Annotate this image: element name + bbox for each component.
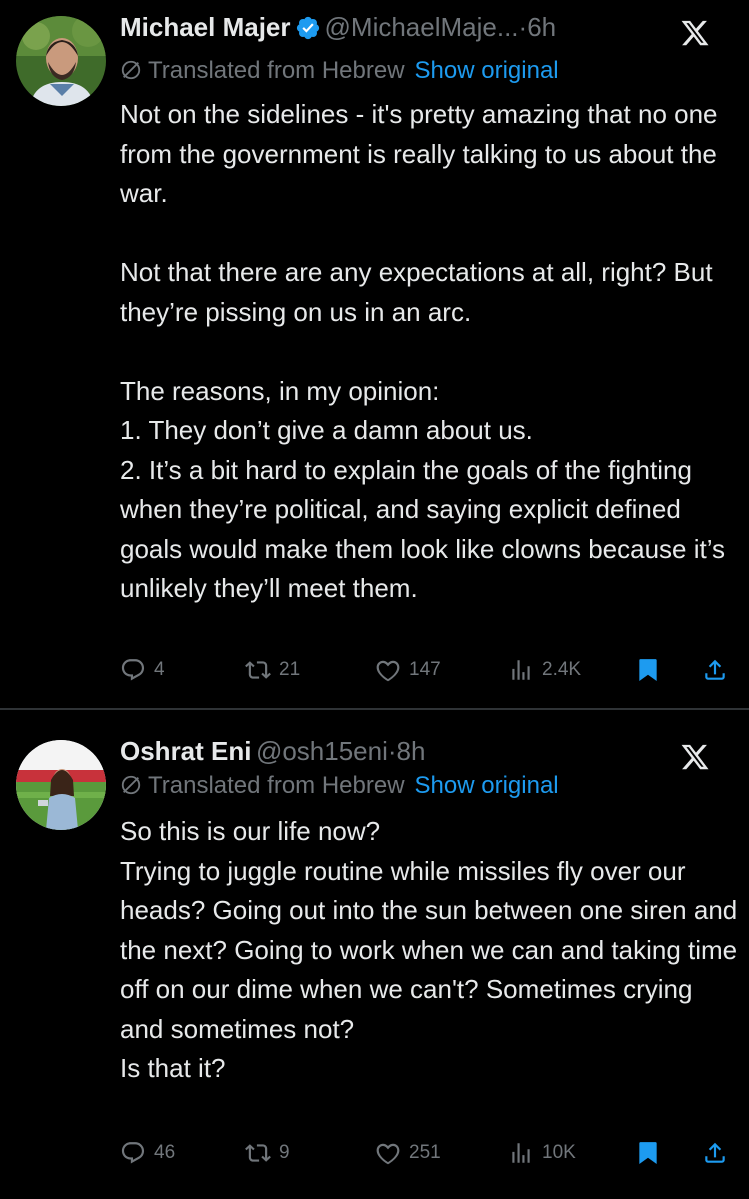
reply-icon: [121, 1142, 145, 1164]
x-logo-icon[interactable]: [679, 18, 711, 48]
avatar[interactable]: [16, 740, 106, 830]
avatar[interactable]: [16, 16, 106, 106]
like-button[interactable]: 147: [375, 657, 441, 683]
analytics-icon: [512, 1143, 530, 1163]
author-handle[interactable]: @MichaelMaje...: [325, 12, 519, 42]
reply-count: 4: [154, 659, 165, 680]
reply-button[interactable]: 4: [120, 657, 165, 683]
tweet[interactable]: Michael Majer @MichaelMaje...·6h Translat…: [0, 0, 749, 708]
heart-icon: [376, 660, 400, 682]
tweet-paragraph: The reasons, in my opinion: 1. They don’…: [120, 375, 726, 604]
translation-notice: Translated from Hebrew Show original: [120, 57, 559, 85]
x-logo-icon[interactable]: [679, 742, 711, 772]
tweet-paragraph: Not that there are any expectations at a…: [120, 257, 720, 327]
tweet-header: Michael Majer @MichaelMaje...·6h: [120, 12, 729, 48]
author-handle[interactable]: @osh15eni: [256, 736, 388, 766]
share-icon: [705, 659, 725, 680]
analytics-icon: [512, 660, 530, 680]
verified-badge-icon: [295, 15, 321, 41]
view-count: 2.4K: [542, 659, 582, 680]
author-name[interactable]: Oshrat Eni: [120, 736, 251, 766]
timestamp[interactable]: 6h: [527, 12, 556, 42]
show-original-link[interactable]: Show original: [415, 772, 559, 799]
translated-label: Translated from Hebrew: [148, 57, 405, 84]
tweet-paragraph: So this is our life now? Trying to juggl…: [120, 816, 738, 1083]
view-count: 10K: [542, 1142, 576, 1163]
bookmark-filled-icon: [639, 659, 657, 681]
like-count: 147: [409, 659, 441, 680]
bookmark-button[interactable]: [635, 1140, 669, 1166]
translation-notice: Translated from Hebrew Show original: [120, 772, 559, 800]
translate-icon: [120, 59, 142, 81]
like-count: 251: [409, 1142, 441, 1163]
views-button[interactable]: 10K: [508, 1140, 576, 1166]
reply-count: 46: [154, 1142, 176, 1163]
bookmark-button[interactable]: [635, 657, 669, 683]
retweet-count: 9: [279, 1142, 290, 1163]
retweet-icon: [245, 661, 271, 679]
reply-button[interactable]: 46: [120, 1140, 175, 1166]
translated-label: Translated from Hebrew: [148, 772, 405, 799]
tweet[interactable]: Oshrat Eni @osh15eni·8h Translated from …: [0, 710, 749, 1199]
action-bar: 46 9 251 10K: [120, 1140, 730, 1172]
share-button[interactable]: [702, 1140, 736, 1166]
translate-icon: [120, 774, 142, 796]
bookmark-filled-icon: [639, 1142, 657, 1164]
retweet-button[interactable]: 21: [245, 657, 300, 683]
action-bar: 4 21 147 2.4K: [120, 657, 730, 689]
separator-dot: ·: [518, 12, 528, 42]
share-button[interactable]: [702, 657, 736, 683]
separator-dot: ·: [387, 736, 397, 766]
share-icon: [705, 1142, 725, 1163]
like-button[interactable]: 251: [375, 1140, 441, 1166]
tweet-paragraph: Not on the sidelines - it's pretty amazi…: [120, 99, 725, 208]
timestamp[interactable]: 8h: [397, 736, 426, 766]
heart-icon: [376, 1143, 400, 1165]
show-original-link[interactable]: Show original: [415, 57, 559, 84]
tweet-text: So this is our life now? Trying to juggl…: [120, 812, 740, 1089]
tweet-text: Not on the sidelines - it's pretty amazi…: [120, 95, 740, 609]
retweet-icon: [245, 1144, 271, 1162]
author-name[interactable]: Michael Majer: [120, 12, 291, 42]
retweet-count: 21: [279, 659, 301, 680]
tweet-header: Oshrat Eni @osh15eni·8h: [120, 736, 729, 772]
retweet-button[interactable]: 9: [245, 1140, 290, 1166]
reply-icon: [121, 659, 145, 681]
views-button[interactable]: 2.4K: [508, 657, 581, 683]
